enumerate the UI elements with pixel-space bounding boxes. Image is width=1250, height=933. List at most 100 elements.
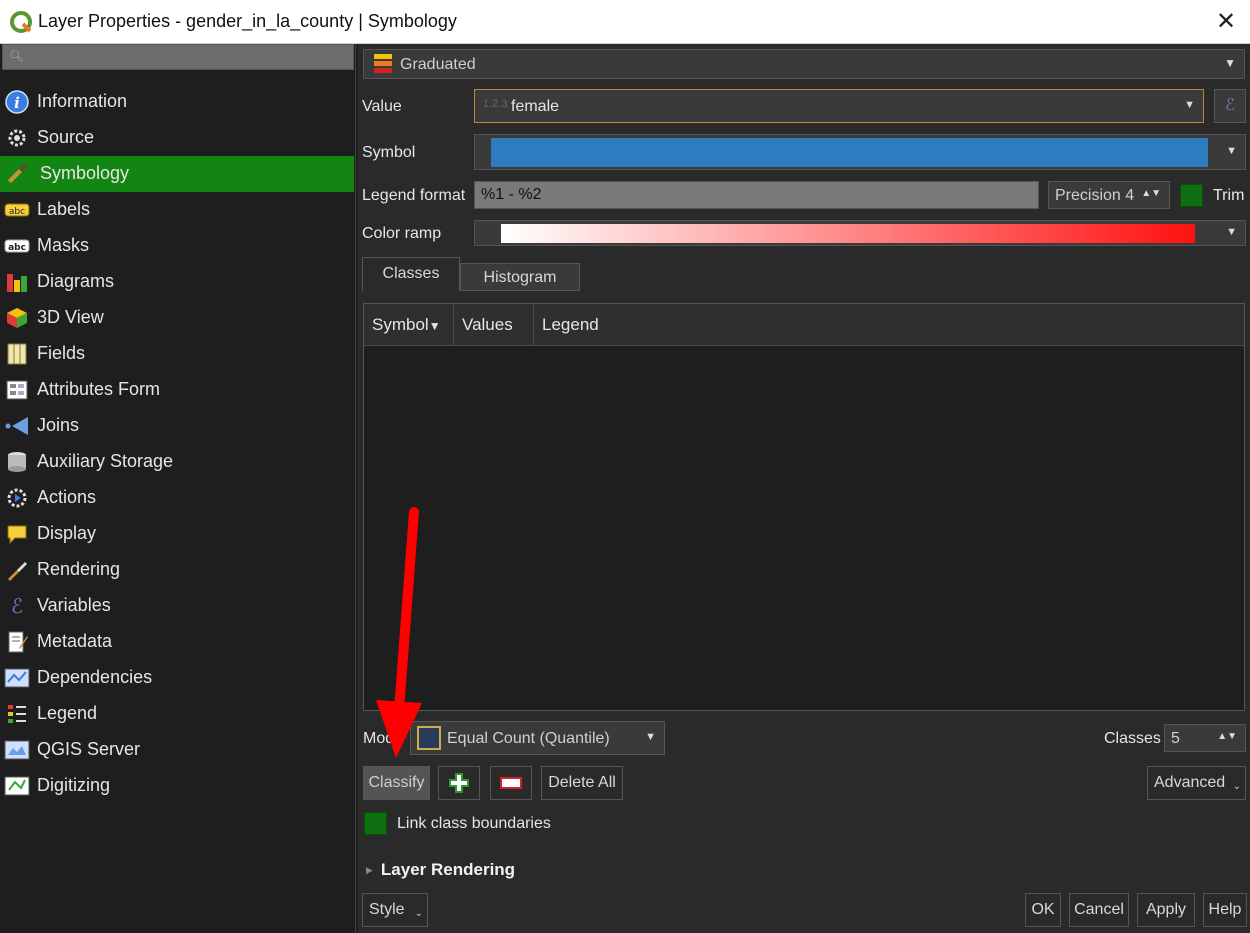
sidebar-item-masks[interactable]: abc Masks: [0, 228, 354, 264]
sidebar-item-label: Fields: [37, 343, 86, 363]
fields-icon: [4, 342, 30, 366]
chevron-down-icon: ▼: [1226, 145, 1237, 157]
symbol-label: Symbol: [362, 144, 416, 161]
search-icon: 🔍︎: [9, 49, 25, 63]
sidebar-item-label: Diagrams: [37, 271, 115, 291]
sidebar-search-input[interactable]: 🔍︎: [2, 44, 354, 70]
trim-checkbox[interactable]: [1180, 184, 1203, 207]
sidebar-item-display[interactable]: Display: [0, 516, 354, 552]
column-header-values[interactable]: Values: [454, 304, 534, 346]
legend-format-input[interactable]: %1 - %2: [474, 181, 1039, 209]
expression-button[interactable]: ℰ: [1214, 89, 1246, 123]
diagrams-icon: [4, 270, 30, 294]
layer-rendering-group[interactable]: ▶ Layer Rendering: [366, 860, 515, 880]
help-button[interactable]: Help: [1203, 893, 1247, 927]
value-label: Value: [362, 98, 402, 115]
sidebar-item-label: Rendering: [37, 559, 121, 579]
mode-combo[interactable]: Equal Count (Quantile) ▼: [410, 721, 665, 755]
sidebar-item-label: Auxiliary Storage: [37, 451, 174, 471]
precision-spinbox[interactable]: Precision 4 ▲▼: [1048, 181, 1170, 209]
sidebar-item-digitizing[interactable]: Digitizing: [0, 768, 354, 804]
sidebar-item-variables[interactable]: ℰ Variables: [0, 588, 354, 624]
sidebar-item-fields[interactable]: Fields: [0, 336, 354, 372]
expand-triangle-icon: ▶: [366, 865, 373, 876]
trim-label: Trim: [1213, 187, 1245, 204]
color-ramp-button[interactable]: ▼: [474, 220, 1246, 246]
qgis-server-icon: [4, 738, 30, 762]
sidebar-item-label: Display: [37, 523, 97, 543]
link-boundaries-checkbox[interactable]: [364, 812, 387, 835]
sidebar-item-symbology[interactable]: Symbology: [0, 156, 354, 192]
symbology-icon: [4, 162, 30, 186]
chevron-down-icon: ▼: [1224, 56, 1236, 70]
spin-arrows-icon: ▲▼: [1217, 731, 1237, 742]
advanced-button[interactable]: Advanced ⌄: [1147, 766, 1246, 800]
sidebar-item-dependencies[interactable]: Dependencies: [0, 660, 354, 696]
graduated-icon: [374, 54, 392, 73]
sidebar-item-auxiliary-storage[interactable]: Auxiliary Storage: [0, 444, 354, 480]
delete-all-button[interactable]: Delete All: [541, 766, 623, 800]
sidebar-item-label: QGIS Server: [37, 739, 141, 759]
sidebar-item-label: Masks: [37, 235, 90, 255]
apply-button[interactable]: Apply: [1137, 893, 1195, 927]
sidebar-item-label: Digitizing: [37, 775, 111, 795]
style-button[interactable]: Style ⌄: [362, 893, 428, 927]
color-ramp-preview: [501, 224, 1195, 243]
legend-icon: [4, 702, 30, 726]
tab-histogram[interactable]: Histogram: [460, 263, 580, 291]
attributes-form-icon: [4, 378, 30, 402]
ok-button[interactable]: OK: [1025, 893, 1061, 927]
sidebar-item-label: Actions: [37, 487, 97, 507]
close-icon[interactable]: ✕: [1212, 8, 1240, 36]
cancel-button[interactable]: Cancel: [1069, 893, 1129, 927]
sidebar-item-label: Variables: [37, 595, 111, 615]
sidebar-item-label: Dependencies: [37, 667, 153, 687]
remove-class-button[interactable]: [490, 766, 532, 800]
add-class-button[interactable]: [438, 766, 480, 800]
sidebar-item-legend[interactable]: Legend: [0, 696, 354, 732]
svg-text:ℰ: ℰ: [11, 594, 23, 618]
value-field-text: female: [511, 98, 560, 115]
table-header: Symbol▼ Values Legend: [364, 304, 1244, 346]
value-field-combo[interactable]: 1.2.3 female ▼: [474, 89, 1204, 123]
sidebar-item-labels[interactable]: abc Labels: [0, 192, 354, 228]
sidebar-item-information[interactable]: i Information: [0, 84, 354, 120]
sidebar-item-joins[interactable]: Joins: [0, 408, 354, 444]
classes-spinbox[interactable]: 5 ▲▼: [1164, 724, 1246, 752]
tab-classes[interactable]: Classes: [362, 257, 460, 291]
column-header-symbol[interactable]: Symbol▼: [364, 304, 454, 346]
color-ramp-label: Color ramp: [362, 225, 442, 242]
column-header-legend[interactable]: Legend: [534, 304, 1244, 346]
sidebar-item-rendering[interactable]: Rendering: [0, 552, 354, 588]
qgis-logo-icon: [10, 11, 32, 33]
sidebar-item-label: Metadata: [37, 631, 113, 651]
legend-format-label: Legend format: [362, 187, 466, 204]
svg-text:abc: abc: [8, 243, 26, 253]
sidebar-item-label: Legend: [37, 703, 98, 723]
digitizing-icon: [4, 774, 30, 798]
minus-icon: [500, 777, 522, 789]
dependencies-icon: [4, 666, 30, 690]
chevron-down-icon: ▼: [645, 731, 656, 743]
window-title: Layer Properties - gender_in_la_county |…: [38, 11, 457, 31]
sidebar-item-actions[interactable]: Actions: [0, 480, 354, 516]
sidebar-item-source[interactable]: Source: [0, 120, 354, 156]
sidebar-item-qgis-server[interactable]: QGIS Server: [0, 732, 354, 768]
chevron-down-icon: ⌄: [414, 908, 423, 919]
variables-icon: ℰ: [4, 594, 30, 618]
sidebar-item-label: Symbology: [40, 163, 130, 183]
classes-table[interactable]: Symbol▼ Values Legend: [363, 303, 1245, 711]
symbol-button[interactable]: ▼: [474, 134, 1246, 170]
sidebar-item-diagrams[interactable]: Diagrams: [0, 264, 354, 300]
renderer-combo[interactable]: Graduated ▼: [363, 49, 1245, 79]
sidebar-item-metadata[interactable]: Metadata: [0, 624, 354, 660]
actions-icon: [4, 486, 30, 510]
classify-button[interactable]: Classify: [363, 766, 430, 800]
chevron-down-icon: ▼: [1226, 226, 1237, 238]
style-label: Style: [369, 901, 405, 918]
field-type-icon: 1.2.3: [483, 98, 508, 110]
sidebar-item-3d-view[interactable]: 3D View: [0, 300, 354, 336]
joins-icon: [4, 414, 30, 438]
sidebar-item-label: Joins: [37, 415, 80, 435]
sidebar-item-attributes-form[interactable]: Attributes Form: [0, 372, 354, 408]
